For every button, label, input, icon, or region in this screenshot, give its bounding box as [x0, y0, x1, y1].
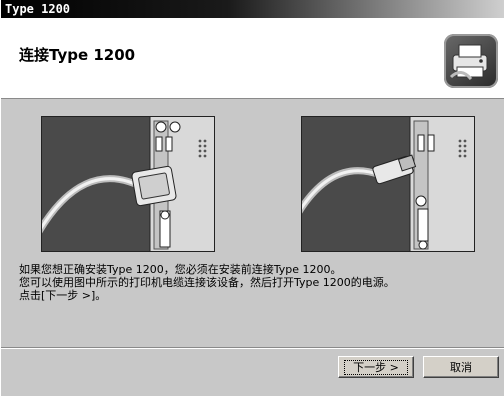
usb-cable-illustration: [301, 116, 475, 252]
instruction-line-3: 点击[下一步 >]。: [19, 289, 107, 302]
printer-icon: [444, 34, 498, 88]
next-button[interactable]: 下一步 >: [338, 356, 414, 378]
window-title: Type 1200: [5, 2, 71, 16]
next-button-label: 下一步 >: [344, 360, 408, 375]
header-panel: 连接Type 1200: [1, 18, 504, 99]
title-bar: Type 1200: [1, 0, 504, 18]
instruction-text: 如果您想正确安装Type 1200，您必须在安装前连接Type 1200。 您可…: [19, 263, 395, 302]
page-title: 连接Type 1200: [19, 46, 136, 64]
divider: [1, 347, 504, 349]
content-area: 如果您想正确安装Type 1200，您必须在安装前连接Type 1200。 您可…: [1, 100, 504, 396]
installer-window: Type 1200 连接Type 1200 如果您想正确安装Type 1200，…: [0, 0, 504, 396]
cancel-button[interactable]: 取消: [423, 356, 499, 378]
instruction-line-2: 您可以使用图中所示的打印机电缆连接该设备，然后打开Type 1200的电源。: [19, 276, 395, 289]
instruction-line-1: 如果您想正确安装Type 1200，您必须在安装前连接Type 1200。: [19, 263, 342, 276]
parallel-cable-illustration: [41, 116, 215, 252]
